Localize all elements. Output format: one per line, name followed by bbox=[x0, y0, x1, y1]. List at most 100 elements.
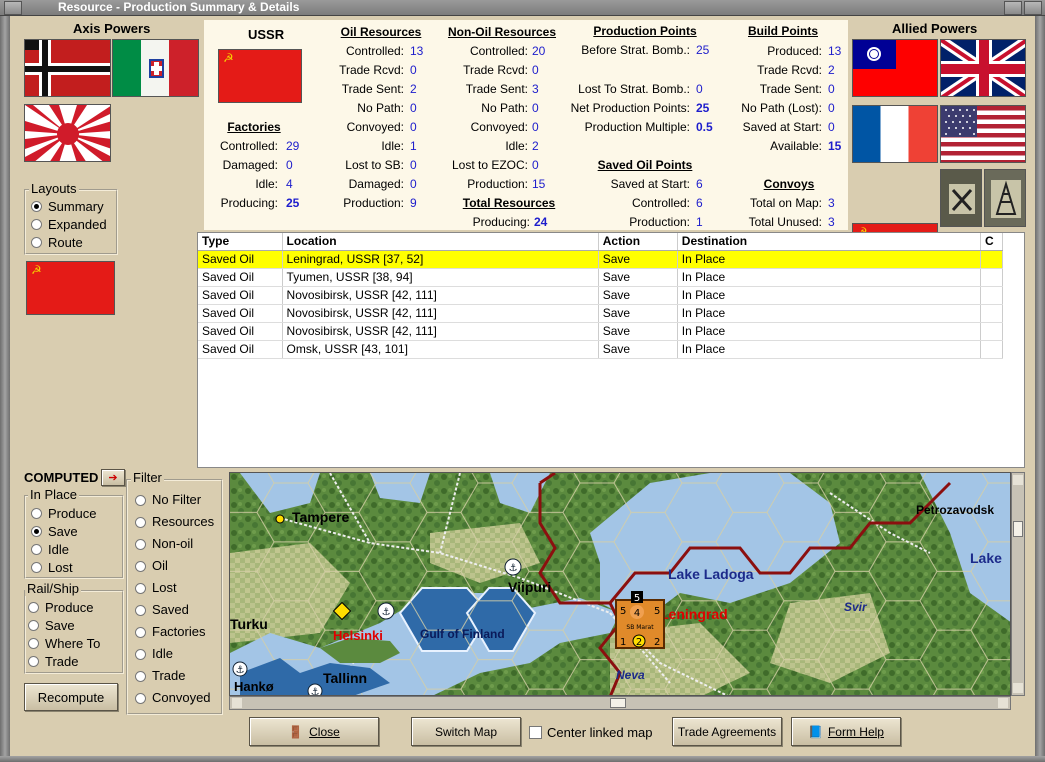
railship-save-radio[interactable]: Save bbox=[28, 616, 100, 634]
recompute-button[interactable]: Recompute bbox=[24, 683, 118, 711]
inplace-produce-radio[interactable]: Produce bbox=[31, 504, 96, 522]
usa-flag[interactable] bbox=[940, 105, 1026, 163]
axis-powers-title: Axis Powers bbox=[73, 21, 151, 36]
layout-summary-radio[interactable]: Summary bbox=[31, 197, 107, 215]
oil-derrick-icon[interactable] bbox=[984, 169, 1026, 227]
window-menu-icon[interactable] bbox=[4, 1, 22, 15]
scroll-thumb-h[interactable] bbox=[610, 698, 626, 708]
filter-non-oil-radio[interactable]: Non-oil bbox=[135, 533, 214, 555]
row-value: 0 bbox=[532, 101, 539, 115]
table-cell bbox=[980, 250, 1004, 269]
center-linked-map-checkbox[interactable]: Center linked map bbox=[529, 725, 653, 740]
col-type[interactable]: Type bbox=[198, 233, 283, 251]
layout-expanded-radio[interactable]: Expanded bbox=[31, 215, 107, 233]
col-location[interactable]: Location bbox=[282, 233, 599, 251]
table-row[interactable]: Saved Oil Tyumen, USSR [38, 94] Save In Pla… bbox=[198, 268, 1004, 287]
form-help-button[interactable]: 📘 Form Help bbox=[791, 717, 901, 746]
table-cell: Saved Oil bbox=[198, 340, 283, 359]
map-label-lake: Lake bbox=[970, 550, 1002, 566]
row-label: No Path: bbox=[481, 101, 528, 115]
inplace-save-radio[interactable]: Save bbox=[31, 522, 96, 540]
railship-trade-radio[interactable]: Trade bbox=[28, 652, 100, 670]
table-cell: Novosibirsk, USSR [42, 111] bbox=[282, 304, 599, 323]
trade-agreements-button[interactable]: Trade Agreements bbox=[672, 717, 782, 746]
map-vertical-scrollbar[interactable] bbox=[1011, 472, 1025, 696]
table-row[interactable]: Saved Oil Leningrad, USSR [37, 52] Save In … bbox=[198, 250, 1004, 269]
saved-oil-title: Saved Oil Points bbox=[597, 158, 693, 172]
railship-where-to-radio[interactable]: Where To bbox=[28, 634, 100, 652]
germany-flag[interactable] bbox=[24, 39, 111, 97]
inplace-title: In Place bbox=[28, 487, 79, 502]
svg-text:⚓: ⚓ bbox=[311, 687, 320, 696]
railship-produce-radio[interactable]: Produce bbox=[28, 598, 100, 616]
table-row[interactable]: Saved Oil Omsk, USSR [43, 101] Save In Plac… bbox=[198, 340, 1004, 359]
computed-arrow-button[interactable]: ➔ bbox=[101, 469, 125, 486]
row-label: Idle: bbox=[505, 139, 528, 153]
table-cell: Saved Oil bbox=[198, 304, 283, 323]
col-destination[interactable]: Destination bbox=[677, 233, 981, 251]
union-jack-icon bbox=[941, 40, 1025, 96]
col-c[interactable]: C bbox=[980, 233, 1004, 251]
map-canvas: ⚓ ⚓ ⚓ ⚓ Tampere Viipuri Lake Ladoga Petroza… bbox=[230, 473, 1010, 696]
map-label-lake-ladoga: Lake Ladoga bbox=[668, 566, 754, 582]
layout-route-radio[interactable]: Route bbox=[31, 233, 107, 251]
filter-oil-radio[interactable]: Oil bbox=[135, 555, 214, 577]
inplace-idle-radio[interactable]: Idle bbox=[31, 540, 96, 558]
radio-dot-icon bbox=[135, 516, 146, 528]
scroll-left-icon[interactable] bbox=[232, 698, 242, 708]
window-title: Resource - Production Summary & Details bbox=[58, 0, 300, 14]
italy-flag[interactable] bbox=[112, 39, 199, 97]
col-action[interactable]: Action bbox=[598, 233, 678, 251]
mining-icon[interactable] bbox=[940, 169, 982, 227]
filter-resources-radio[interactable]: Resources bbox=[135, 511, 214, 533]
filter-convoyed-radio[interactable]: Convoyed bbox=[135, 687, 214, 709]
svg-text:⚓: ⚓ bbox=[509, 563, 518, 574]
france-flag[interactable] bbox=[852, 105, 938, 163]
filter-saved-radio[interactable]: Saved bbox=[135, 599, 214, 621]
table-row[interactable]: Saved Oil Novosibirsk, USSR [42, 111] Save… bbox=[198, 322, 1004, 341]
close-button[interactable]: 🚪 Close bbox=[249, 717, 379, 746]
china-flag[interactable] bbox=[852, 39, 938, 97]
scroll-right-icon[interactable] bbox=[998, 698, 1008, 708]
filter-factories-radio[interactable]: Factories bbox=[135, 621, 214, 643]
inplace-lost-radio[interactable]: Lost bbox=[31, 558, 96, 576]
close-window-button[interactable] bbox=[1024, 1, 1042, 15]
row-value: 0 bbox=[828, 101, 835, 115]
row-value: 6 bbox=[696, 196, 703, 210]
table-cell bbox=[980, 304, 1004, 323]
row-value: 13 bbox=[828, 44, 842, 58]
map-label-svir: Svir bbox=[844, 600, 868, 614]
row-value: 25 bbox=[696, 101, 710, 115]
filter-lost-radio[interactable]: Lost bbox=[135, 577, 214, 599]
row-label: Trade Rcvd: bbox=[463, 63, 528, 77]
minimize-button[interactable] bbox=[1004, 1, 1022, 15]
scroll-thumb-v[interactable] bbox=[1013, 521, 1023, 537]
row-label: Net Production Points: bbox=[570, 101, 690, 115]
filter-idle-radio[interactable]: Idle bbox=[135, 643, 214, 665]
uk-flag[interactable] bbox=[940, 39, 1026, 97]
row-value: 25 bbox=[286, 196, 300, 210]
row-label: Convoyed: bbox=[346, 120, 404, 134]
game-map[interactable]: ⚓ ⚓ ⚓ ⚓ Tampere Viipuri Lake Ladoga Petroza… bbox=[229, 472, 1011, 696]
rising-sun-icon bbox=[25, 105, 110, 161]
scroll-up-icon[interactable] bbox=[1013, 475, 1023, 485]
table-row[interactable]: Saved Oil Novosibirsk, USSR [42, 111] Save… bbox=[198, 304, 1004, 323]
table-cell: Leningrad, USSR [37, 52] bbox=[282, 250, 599, 269]
filter-trade-radio[interactable]: Trade bbox=[135, 665, 214, 687]
map-label-gulf: Gulf of Finland bbox=[420, 627, 505, 641]
row-label: Damaged: bbox=[222, 158, 278, 172]
row-label: Saved at Start: bbox=[610, 177, 690, 191]
filter-no-filter-radio[interactable]: No Filter bbox=[135, 489, 214, 511]
switch-map-button[interactable]: Switch Map bbox=[411, 717, 521, 746]
japan-flag[interactable] bbox=[24, 104, 111, 162]
row-value: 2 bbox=[410, 82, 417, 96]
details-table[interactable]: Type Location Action Destination C Saved… bbox=[197, 232, 1025, 468]
table-cell: Saved Oil bbox=[198, 286, 283, 305]
table-cell: In Place bbox=[677, 250, 981, 269]
row-label: Total Unused: bbox=[748, 215, 822, 229]
map-horizontal-scrollbar[interactable] bbox=[229, 696, 1011, 710]
table-row[interactable]: Saved Oil Novosibirsk, USSR [42, 111] Save… bbox=[198, 286, 1004, 305]
scroll-down-icon[interactable] bbox=[1013, 683, 1023, 693]
selected-country-flag[interactable] bbox=[26, 261, 115, 315]
title-bar[interactable]: Resource - Production Summary & Details bbox=[0, 0, 1045, 16]
